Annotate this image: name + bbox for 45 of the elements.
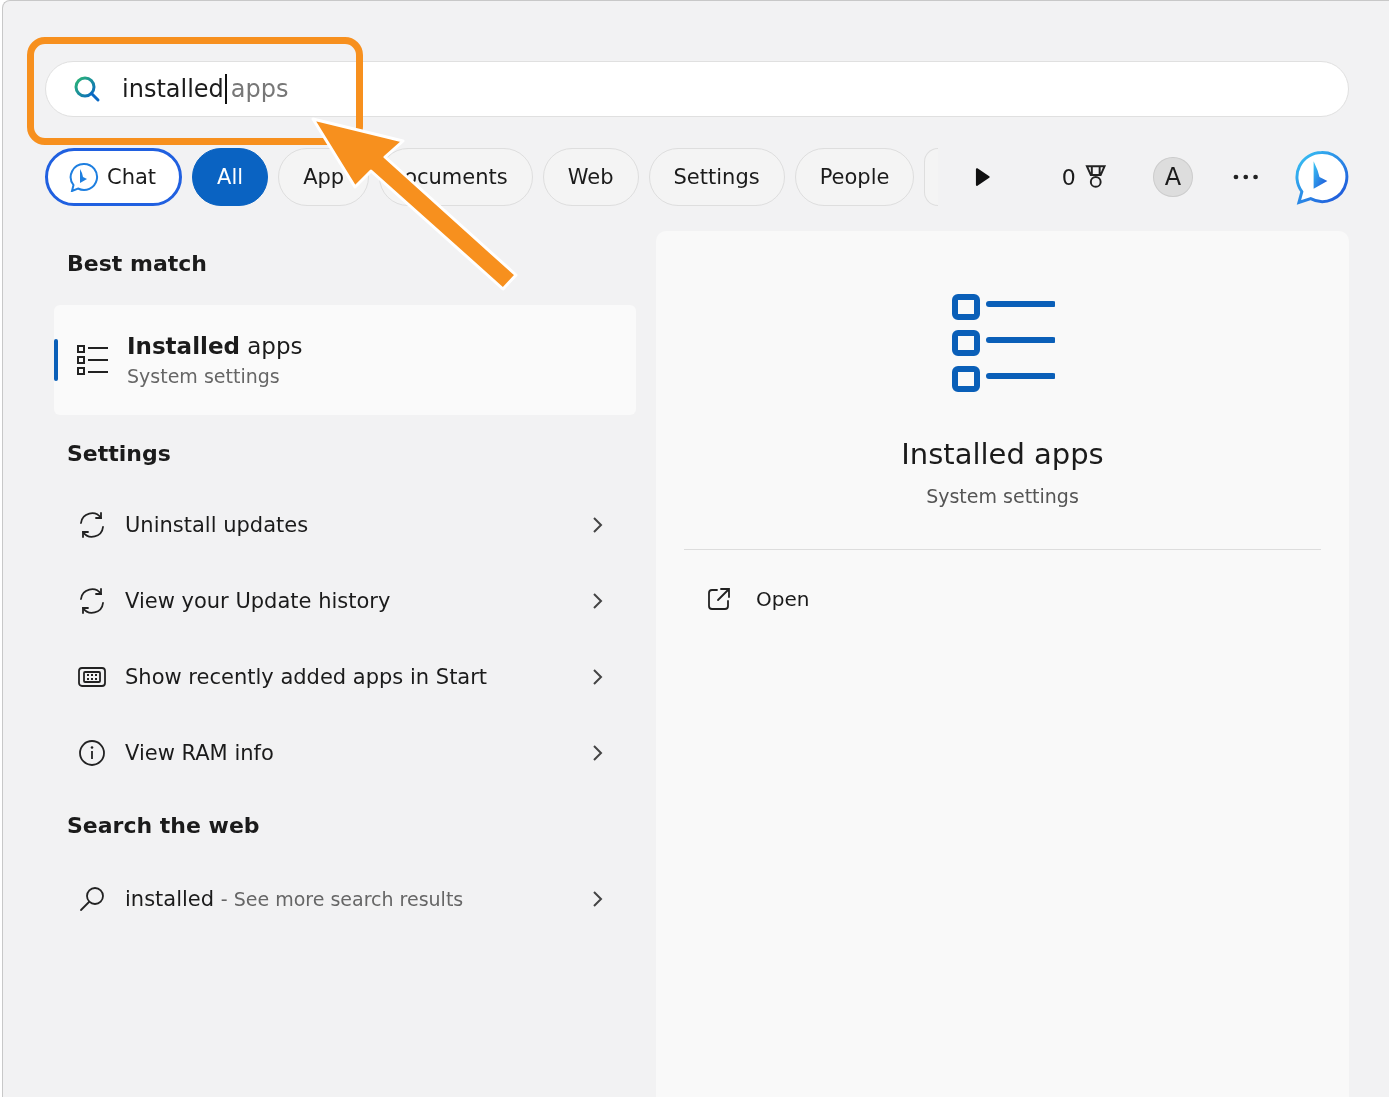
chevron-right-icon [591, 668, 603, 686]
result-label: installed - See more search results [125, 887, 465, 911]
result-label: View your Update history [125, 589, 392, 613]
chevron-right-icon [591, 592, 603, 610]
preview-subtitle: System settings [926, 485, 1079, 507]
list-icon [76, 343, 110, 377]
search-icon [73, 75, 101, 103]
result-label: Show recently added apps in Start [125, 665, 489, 689]
chevron-right-icon [591, 890, 603, 908]
info-icon [77, 738, 107, 768]
settings-result[interactable]: View your Update history [54, 563, 636, 639]
result-label: Uninstall updates [125, 513, 310, 537]
selection-indicator [54, 339, 58, 381]
result-label: View RAM info [125, 741, 275, 765]
sync-icon [77, 586, 107, 616]
filter-tab[interactable]: Web [542, 148, 639, 206]
filter-tab[interactable]: Settings [648, 148, 785, 206]
section-heading: Search the web [66, 812, 261, 840]
chat-tab[interactable]: Chat [45, 148, 183, 206]
chat-bubble-icon[interactable] [1294, 149, 1349, 205]
chevron-right-icon [591, 744, 603, 762]
filter-tab[interactable]: All [192, 148, 269, 206]
points-count: 0 [1061, 164, 1076, 190]
external-link-icon [706, 586, 732, 612]
result-subtitle: System settings [127, 365, 281, 387]
search-field[interactable]: installed apps [45, 61, 1349, 117]
chat-bubble-icon [69, 162, 99, 192]
search-suggestion: apps [230, 75, 289, 103]
settings-result[interactable]: View RAM info [54, 715, 636, 791]
section-heading: Settings [66, 440, 172, 468]
settings-result[interactable]: Show recently added apps in Start [54, 639, 636, 715]
preview-title: Installed apps [901, 437, 1104, 471]
account-avatar[interactable]: A [1153, 157, 1193, 197]
result-title: Installed apps [127, 333, 303, 359]
best-match-item[interactable]: Installed apps System settings [54, 305, 636, 415]
open-action[interactable]: Open [684, 586, 1321, 612]
web-result[interactable]: installed - See more search results [54, 861, 636, 937]
sync-icon [77, 510, 107, 540]
chevron-right-icon [591, 516, 603, 534]
filter-tab[interactable]: People [794, 148, 915, 206]
settings-result[interactable]: Uninstall updates [54, 487, 636, 563]
more-icon[interactable] [1232, 174, 1259, 180]
search-query: installed [122, 75, 224, 103]
section-heading: Best match [66, 250, 208, 278]
search-icon [77, 884, 107, 914]
